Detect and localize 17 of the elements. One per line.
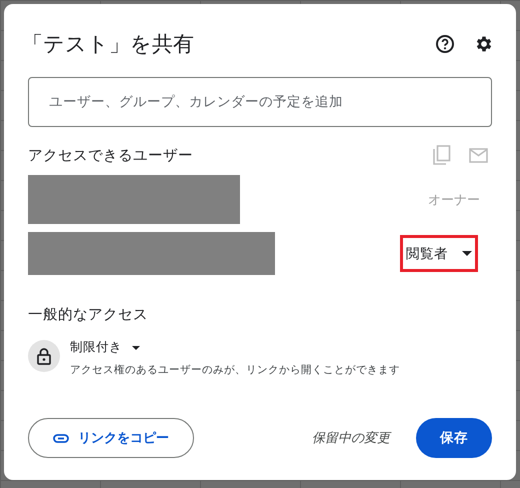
save-button[interactable]: 保存 — [416, 418, 492, 458]
settings-icon[interactable] — [474, 34, 494, 54]
section-heading: 一般的なアクセス — [28, 306, 149, 324]
section-heading: アクセスできるユーザー — [28, 146, 193, 164]
role-dropdown[interactable]: 閲覧者 — [397, 232, 481, 275]
access-dropdown[interactable]: 制限付き — [70, 339, 140, 356]
lock-icon — [28, 340, 60, 372]
caret-icon — [462, 251, 472, 256]
pending-changes-text: 保留中の変更 — [312, 430, 390, 447]
caret-icon — [132, 346, 140, 350]
role-label: オーナー — [428, 192, 480, 208]
help-icon[interactable] — [435, 34, 455, 54]
access-description: アクセス権のあるユーザーのみが、リンクから開くことができます — [70, 363, 400, 377]
add-people-field[interactable]: ユーザー、グループ、カレンダーの予定を追加 — [28, 77, 492, 127]
dialog-title: 「テスト」を共有 — [22, 31, 194, 58]
copy-link-button[interactable]: リンクをコピー — [28, 418, 194, 458]
link-icon — [53, 434, 69, 442]
